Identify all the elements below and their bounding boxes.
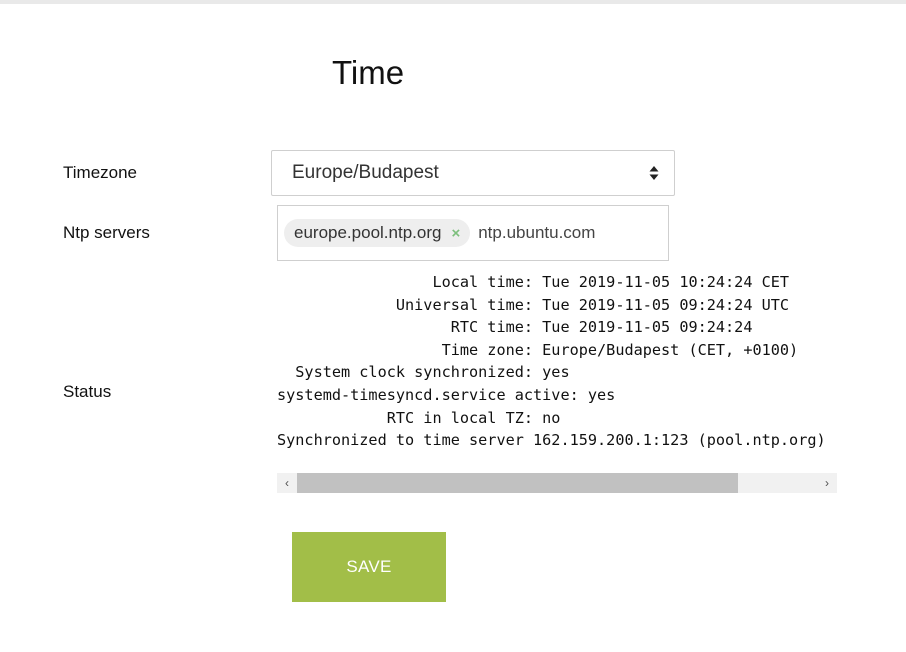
ntp-server-input[interactable] (478, 223, 639, 243)
ntp-servers-label: Ntp servers (63, 223, 150, 242)
status-label: Status (63, 382, 112, 401)
ntp-server-tag: europe.pool.ntp.org × (284, 219, 471, 247)
top-border (0, 0, 906, 4)
timezone-select-value: Europe/Budapest (292, 162, 439, 183)
scrollbar-thumb[interactable] (297, 473, 738, 493)
ntp-servers-field[interactable]: europe.pool.ntp.org × (277, 205, 669, 261)
close-icon[interactable]: × (451, 225, 460, 242)
status-output: Local time: Tue 2019-11-05 10:24:24 CET … (277, 273, 826, 450)
page-title: Time (332, 54, 405, 91)
timezone-label: Timezone (63, 163, 138, 182)
horizontal-scrollbar[interactable]: ‹ › (277, 473, 837, 493)
chevron-right-icon[interactable]: › (818, 473, 836, 493)
chevron-left-icon[interactable]: ‹ (278, 473, 296, 493)
timezone-select[interactable]: Europe/Budapest (271, 150, 675, 196)
ntp-server-tag-label: europe.pool.ntp.org (294, 223, 442, 242)
save-button[interactable]: SAVE (292, 532, 446, 602)
sort-arrows-icon (649, 166, 659, 180)
status-output-panel: Local time: Tue 2019-11-05 10:24:24 CET … (277, 270, 837, 494)
